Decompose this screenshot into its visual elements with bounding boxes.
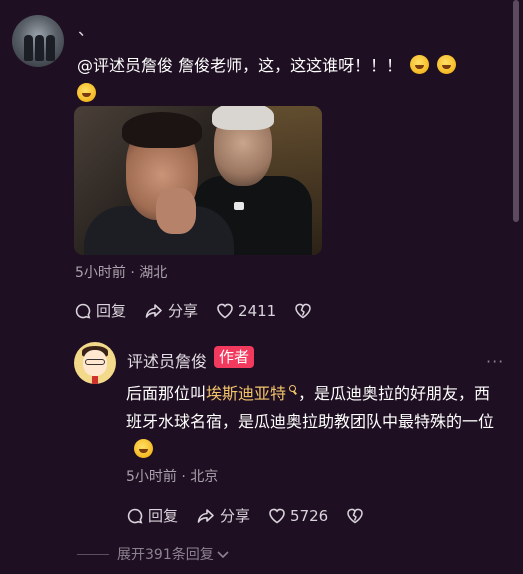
share-button[interactable]: 分享: [144, 300, 198, 321]
search-icon[interactable]: [289, 385, 297, 392]
comment-time-location: 5小时前 · 湖北: [75, 265, 168, 281]
comment-photo[interactable]: [74, 106, 322, 255]
reply-bubble-icon: [127, 508, 143, 524]
divider-line: [77, 553, 109, 555]
reply-bubble-icon: [75, 303, 91, 319]
reply-actions: 回复 分享 5726: [126, 505, 386, 526]
reply-time-location: 5小时前 · 北京: [126, 469, 219, 485]
heart-icon: [217, 303, 233, 319]
share-label: 分享: [168, 302, 199, 320]
dislike-button[interactable]: [294, 302, 316, 319]
author-username[interactable]: 评述员詹俊: [127, 348, 207, 372]
author-badge: 作者: [214, 346, 255, 368]
laughing-emoji-icon: [437, 55, 457, 74]
reply-label: 回复: [96, 302, 127, 320]
search-link[interactable]: 埃斯迪亚特: [206, 384, 286, 403]
like-button[interactable]: 2411: [216, 302, 276, 320]
comment-actions: 回复 分享 2411: [74, 300, 334, 321]
comment-text: @评述员詹俊 詹俊老师，这，这这谁呀！！！: [77, 52, 477, 108]
chevron-down-icon: [217, 551, 229, 559]
dislike-button[interactable]: [346, 507, 368, 524]
reply-text: 后面那位叫埃斯迪亚特 ，是瓜迪奥拉的好朋友，西班牙水球名宿，是瓜迪奥拉助教团队中最…: [126, 380, 506, 464]
broken-heart-icon: [295, 303, 311, 319]
commenter-avatar[interactable]: [12, 15, 64, 67]
expand-replies-label: 展开391条回复: [117, 547, 214, 563]
like-button[interactable]: 5726: [268, 507, 328, 525]
share-arrow-icon: [197, 508, 214, 523]
expand-replies-button[interactable]: 展开391条回复: [77, 544, 230, 564]
comment-text-body: @评述员詹俊 詹俊老师，这，这这谁呀！！！: [77, 56, 403, 75]
laughing-emoji-icon: [77, 83, 96, 102]
more-options-icon[interactable]: ···: [486, 352, 504, 371]
like-count: 5726: [290, 506, 329, 525]
reply-label: 回复: [148, 507, 179, 525]
reply-text-before: 后面那位叫: [126, 384, 207, 403]
grinning-emoji-icon: [134, 439, 153, 458]
author-avatar[interactable]: [74, 342, 116, 384]
scrollbar[interactable]: [513, 0, 519, 222]
commenter-username[interactable]: 、: [78, 16, 94, 40]
broken-heart-icon: [347, 508, 363, 524]
laughing-emoji-icon: [410, 55, 430, 74]
like-count: 2411: [238, 301, 277, 320]
share-button[interactable]: 分享: [196, 505, 250, 526]
share-arrow-icon: [145, 303, 162, 318]
reply-button[interactable]: 回复: [126, 505, 178, 526]
heart-icon: [269, 508, 285, 524]
share-label: 分享: [220, 507, 251, 525]
reply-button[interactable]: 回复: [74, 300, 126, 321]
